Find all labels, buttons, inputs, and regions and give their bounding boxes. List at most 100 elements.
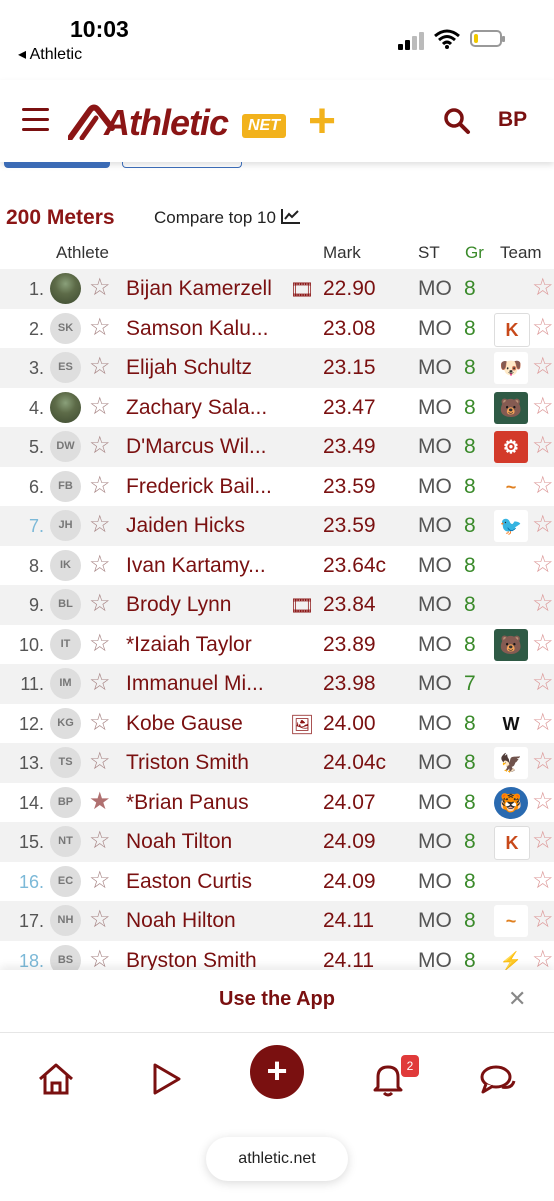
athlete-name-link[interactable]: Bijan Kamerzell (126, 277, 272, 301)
result-mark[interactable]: 24.09 (323, 830, 376, 854)
avatar[interactable]: JH (50, 510, 81, 541)
result-mark[interactable]: 24.07 (323, 791, 376, 815)
team-favorite-star-icon[interactable]: ☆ (532, 709, 554, 736)
team-logo-icon[interactable]: ⚙ (494, 431, 528, 463)
athlete-name-link[interactable]: Bryston Smith (126, 949, 257, 971)
favorite-star-icon[interactable]: ☆ (89, 946, 111, 970)
play-icon[interactable] (146, 1059, 186, 1099)
team-favorite-star-icon[interactable]: ☆ (532, 591, 554, 617)
filter-tab-secondary[interactable] (122, 162, 242, 168)
avatar[interactable]: DW (50, 431, 81, 462)
avatar[interactable]: EC (50, 865, 81, 897)
team-favorite-star-icon[interactable]: ☆ (532, 630, 554, 657)
athlete-name-link[interactable]: Easton Curtis (126, 870, 252, 894)
team-favorite-star-icon[interactable]: ☆ (532, 907, 554, 933)
athlete-name-link[interactable]: D'Marcus Wil... (126, 435, 267, 459)
back-to-app-link[interactable]: ◂ Athletic (18, 44, 82, 64)
athlete-name-link[interactable]: Noah Tilton (126, 830, 232, 854)
result-mark[interactable]: 23.47 (323, 396, 376, 420)
result-row[interactable]: 14. BP ★ *Brian Panus 24.07 MO 8 🐯 ☆ (0, 783, 554, 823)
result-row[interactable]: 6. FB ☆ Frederick Bail... 23.59 MO 8 ~ ☆ (0, 467, 554, 507)
team-favorite-star-icon[interactable]: ☆ (532, 670, 554, 696)
favorite-star-icon[interactable]: ☆ (89, 670, 111, 696)
avatar[interactable]: NH (50, 905, 81, 936)
athlete-name-link[interactable]: Samson Kalu... (126, 317, 268, 341)
favorite-star-icon[interactable]: ☆ (89, 749, 111, 775)
team-logo-icon[interactable]: W (494, 707, 528, 740)
result-mark[interactable]: 23.59 (323, 514, 376, 538)
user-menu[interactable]: BP (498, 108, 527, 132)
result-mark[interactable]: 24.00 (323, 712, 376, 736)
favorite-star-icon[interactable]: ☆ (89, 709, 111, 736)
athlete-name-link[interactable]: Triston Smith (126, 751, 249, 775)
result-row[interactable]: 5. DW ☆ D'Marcus Wil... 23.49 MO 8 ⚙ ☆ (0, 427, 554, 467)
result-mark[interactable]: 24.11 (323, 949, 374, 971)
team-logo-icon[interactable]: ⚡ (494, 944, 528, 970)
compare-top-10-link[interactable]: Compare top 10 (154, 208, 301, 228)
favorite-star-icon[interactable]: ☆ (89, 275, 111, 301)
team-favorite-star-icon[interactable]: ☆ (532, 867, 554, 894)
filter-tab-primary[interactable] (4, 162, 110, 168)
team-favorite-star-icon[interactable]: ☆ (532, 749, 554, 775)
result-mark[interactable]: 23.15 (323, 356, 376, 380)
media-icon[interactable]: 🎞 (290, 278, 314, 302)
favorite-star-icon[interactable]: ☆ (89, 314, 111, 341)
search-icon[interactable] (442, 106, 472, 136)
team-favorite-star-icon[interactable]: ☆ (532, 393, 554, 420)
team-logo-icon[interactable]: 🐯 (494, 786, 528, 819)
avatar[interactable]: FB (50, 470, 81, 502)
result-mark[interactable]: 23.49 (323, 435, 376, 459)
athlete-name-link[interactable]: Frederick Bail... (126, 475, 272, 499)
athlete-name-link[interactable]: Zachary Sala... (126, 396, 267, 420)
athlete-name-link[interactable]: *Izaiah Taylor (126, 633, 252, 657)
avatar[interactable]: IM (50, 668, 81, 699)
result-row[interactable]: 11. IM ☆ Immanuel Mi... 23.98 MO 7 ☆ (0, 664, 554, 704)
team-favorite-star-icon[interactable]: ☆ (532, 314, 554, 341)
media-icon[interactable]: 🎞 (290, 594, 314, 618)
favorite-star-icon[interactable]: ☆ (89, 512, 111, 538)
team-favorite-star-icon[interactable]: ☆ (532, 354, 554, 380)
result-row[interactable]: 4. ☆ Zachary Sala... 23.47 MO 8 🐻 ☆ (0, 388, 554, 428)
team-favorite-star-icon[interactable]: ☆ (532, 788, 554, 815)
use-app-banner[interactable]: Use the App ✕ (0, 970, 554, 1032)
athletic-net-logo[interactable]: Athletic NET + (68, 95, 348, 148)
result-mark[interactable]: 23.89 (323, 633, 376, 657)
team-logo-icon[interactable]: ~ (494, 470, 528, 503)
result-row[interactable]: 12. KG ☆ Kobe Gause 🖼 24.00 MO 8 W ☆ (0, 704, 554, 744)
result-mark[interactable]: 23.59 (323, 475, 376, 499)
result-row[interactable]: 17. NH ☆ Noah Hilton 24.11 MO 8 ~ ☆ (0, 901, 554, 941)
result-mark[interactable]: 22.90 (323, 277, 376, 301)
avatar[interactable]: SK (50, 312, 81, 344)
result-row[interactable]: 7. JH ☆ Jaiden Hicks 23.59 MO 8 🐦 ☆ (0, 506, 554, 546)
team-favorite-star-icon[interactable]: ☆ (532, 828, 554, 854)
avatar[interactable]: IK (50, 549, 81, 581)
favorite-star-icon[interactable]: ☆ (89, 393, 111, 420)
avatar[interactable]: KG (50, 707, 81, 739)
close-banner-icon[interactable]: ✕ (508, 986, 526, 1012)
athlete-name-link[interactable]: *Brian Panus (126, 791, 249, 815)
favorite-star-icon[interactable]: ☆ (89, 907, 111, 933)
athlete-name-link[interactable]: Elijah Schultz (126, 356, 252, 380)
result-mark[interactable]: 23.64c (323, 554, 386, 578)
team-logo-icon[interactable]: 🐻 (494, 391, 528, 424)
result-row[interactable]: 10. IT ☆ *Izaiah Taylor 23.89 MO 8 🐻 ☆ (0, 625, 554, 665)
chat-icon[interactable] (478, 1059, 518, 1099)
team-logo-icon[interactable]: 🐻 (494, 628, 528, 661)
athlete-name-link[interactable]: Brody Lynn (126, 593, 231, 617)
athlete-name-link[interactable]: Noah Hilton (126, 909, 236, 933)
menu-icon[interactable] (22, 108, 49, 132)
favorite-star-icon[interactable]: ☆ (89, 591, 111, 617)
column-grade[interactable]: Gr (465, 243, 484, 263)
avatar[interactable]: BL (50, 589, 81, 620)
favorite-star-icon[interactable]: ☆ (89, 630, 111, 657)
favorite-star-icon[interactable]: ☆ (89, 551, 111, 578)
favorite-star-icon[interactable]: ★ (89, 788, 111, 815)
avatar[interactable]: NT (50, 826, 81, 857)
team-logo-icon[interactable]: 🐶 (494, 352, 528, 384)
result-row[interactable]: 9. BL ☆ Brody Lynn 🎞 23.84 MO 8 ☆ (0, 585, 554, 625)
result-mark[interactable]: 23.98 (323, 672, 376, 696)
result-row[interactable]: 3. ES ☆ Elijah Schultz 23.15 MO 8 🐶 ☆ (0, 348, 554, 388)
team-logo-icon[interactable]: 🐦 (494, 510, 528, 542)
result-mark[interactable]: 24.11 (323, 909, 374, 933)
use-app-text[interactable]: Use the App (0, 988, 554, 1011)
